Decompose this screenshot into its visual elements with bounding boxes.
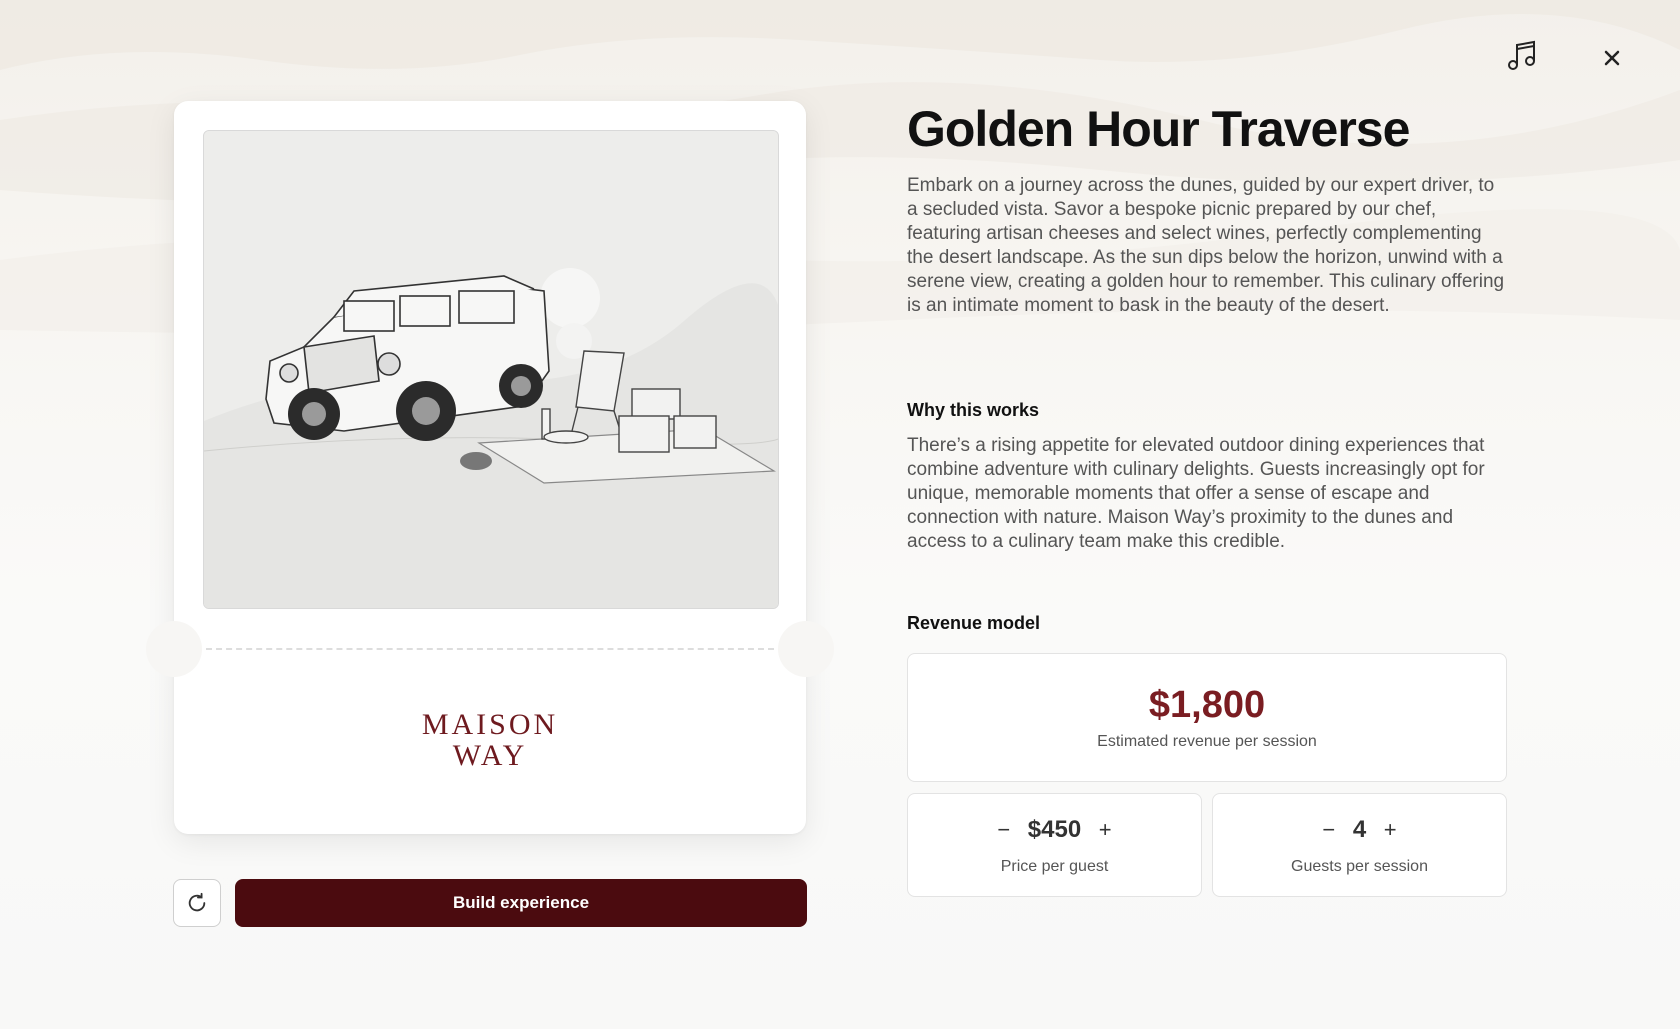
guests-decrement-button[interactable]: −	[1321, 819, 1337, 841]
why-heading: Why this works	[907, 400, 1040, 420]
maison-way-logo: MAISON WAY	[174, 709, 806, 771]
revenue-total-value: $1,800	[1148, 684, 1266, 726]
why-text: There’s a rising appetite for elevated o…	[907, 435, 1485, 552]
experience-title: Golden Hour Traverse	[907, 101, 1410, 157]
close-icon[interactable]	[1594, 40, 1630, 76]
ticket-notch-left	[146, 621, 202, 677]
refresh-button[interactable]	[173, 879, 221, 927]
price-stepper: − $450 + Price per guest	[907, 793, 1202, 897]
build-experience-button[interactable]: Build experience	[235, 879, 807, 927]
price-value: $450	[1027, 816, 1082, 843]
ticket-notch-right	[778, 621, 834, 677]
ticket-perforation	[206, 648, 774, 650]
experience-details: Golden Hour Traverse Embark on a journey…	[907, 100, 1507, 633]
experience-description: Embark on a journey across the dunes, gu…	[907, 175, 1505, 316]
music-note-icon[interactable]	[1504, 38, 1540, 74]
revenue-total-label: Estimated revenue per session	[1097, 733, 1317, 750]
experience-ticket-card: MAISON WAY	[146, 101, 834, 834]
guests-increment-button[interactable]: +	[1382, 819, 1398, 841]
refresh-icon	[188, 892, 206, 912]
brand-line-2: WAY	[452, 739, 528, 772]
brand-line-1: MAISON	[421, 708, 559, 741]
revenue-total-card: $1,800 Estimated revenue per session	[907, 653, 1507, 782]
top-icons	[1504, 38, 1540, 74]
revenue-heading: Revenue model	[907, 613, 1041, 633]
guests-value: 4	[1352, 816, 1367, 843]
guests-stepper: − 4 + Guests per session	[1212, 793, 1507, 897]
guests-label: Guests per session	[1291, 858, 1428, 875]
price-decrement-button[interactable]: −	[996, 819, 1012, 841]
experience-illustration	[203, 130, 779, 609]
price-increment-button[interactable]: +	[1097, 819, 1113, 841]
jeep-picnic-sketch	[204, 131, 778, 608]
revenue-steppers: − $450 + Price per guest − 4 + Guests pe…	[907, 793, 1507, 897]
price-label: Price per guest	[1000, 858, 1109, 875]
ticket-actions: Build experience	[173, 879, 807, 927]
